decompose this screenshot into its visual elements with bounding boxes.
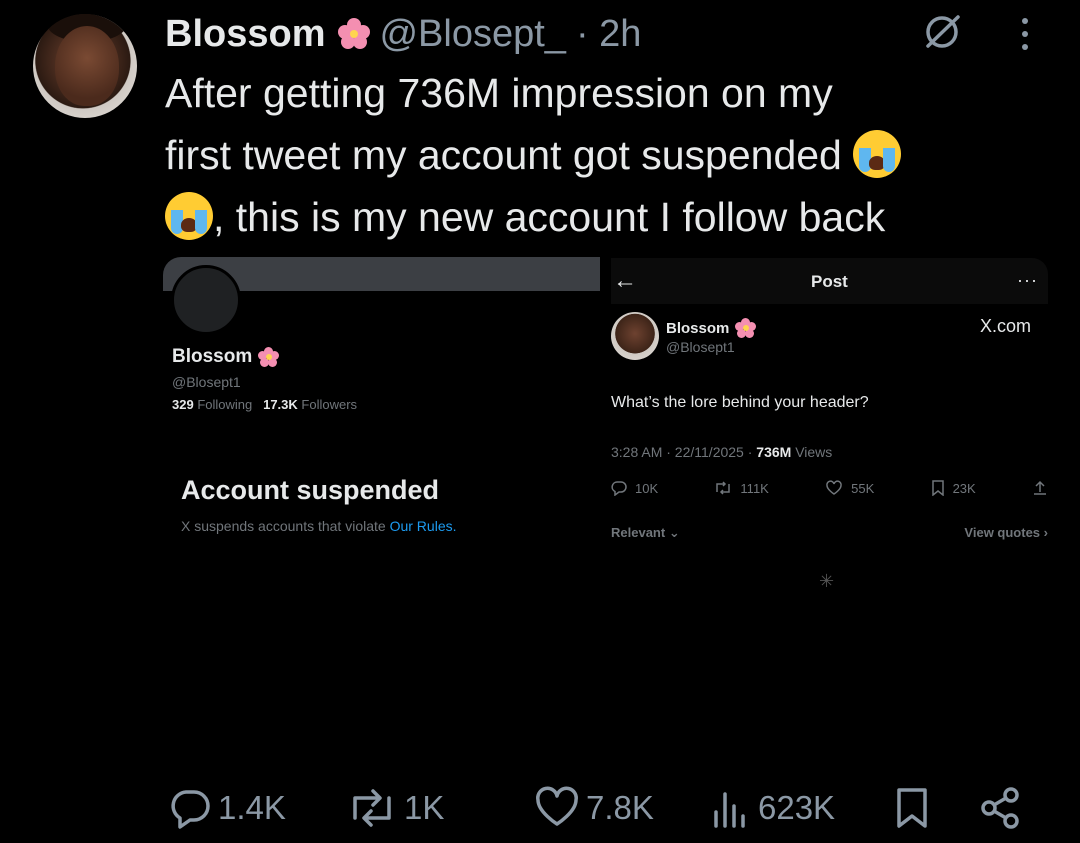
tweet-text-segment: first tweet my account got suspended — [165, 132, 854, 178]
author-handle[interactable]: @Blosept_ — [379, 13, 565, 56]
reply-icon — [611, 481, 627, 496]
tweet-time[interactable]: · 2h — [576, 13, 641, 56]
cherry-blossom-icon — [258, 346, 280, 368]
cherry-blossom-icon — [735, 317, 757, 339]
views-count: 623K — [758, 789, 836, 826]
profile-stats: 329 Following 17.3K Followers — [172, 397, 357, 412]
post-views-label: Views — [791, 444, 833, 460]
post-author-handle: @Blosept1 — [666, 339, 735, 355]
x-com-watermark: X.com — [980, 316, 1032, 336]
bookmark-button[interactable] — [892, 783, 932, 833]
share-button[interactable] — [978, 783, 1022, 833]
followers-label: Followers — [301, 397, 358, 412]
post-bookmark-count: 23K — [952, 480, 976, 496]
back-arrow-icon: ← — [613, 267, 637, 294]
heart-icon — [536, 786, 578, 826]
profile-name: Blossom — [172, 346, 280, 368]
post-author-name: Blossom — [666, 317, 757, 339]
reply-count: 1.4K — [218, 789, 286, 826]
post-reply-count: 10K — [635, 480, 659, 496]
tweet-text-segment: , this is my new account I follow back — [213, 194, 886, 240]
post-text: What’s the lore behind your header? — [611, 394, 869, 411]
profile-avatar-placeholder — [171, 265, 241, 335]
view-quotes-label: View quotes — [964, 525, 1041, 540]
profile-handle: @Blosept1 — [172, 374, 241, 390]
reply-button[interactable]: 1.4K — [168, 783, 286, 833]
followers-count: 17.3K — [263, 397, 298, 412]
more-options-icon[interactable] — [1015, 14, 1035, 54]
loading-spinner-icon: ✳ — [819, 571, 835, 591]
post-timestamp: 3:28 AM · 22/11/2025 · — [611, 444, 757, 460]
post-reply-stat: 10K — [611, 480, 658, 496]
tweet-action-bar: 1.4K 1K 7.8K 623K — [168, 783, 1038, 833]
post-views-count: 736M — [756, 444, 792, 460]
post-repost-count: 111K — [740, 480, 769, 496]
reply-icon — [171, 790, 210, 829]
post-like-count: 55K — [851, 480, 875, 496]
avatar-face — [55, 26, 119, 106]
heart-icon — [826, 480, 842, 495]
author-avatar[interactable] — [33, 14, 137, 118]
suspended-explanation: X suspends accounts that violate — [181, 518, 390, 534]
loudly-crying-face-icon — [853, 130, 902, 178]
like-button[interactable]: 7.8K — [534, 783, 654, 833]
profile-name-text: Blossom — [172, 346, 253, 367]
like-count: 7.8K — [586, 789, 654, 826]
following-count: 329 — [172, 397, 194, 412]
attached-image-viral-post[interactable]: ← Post ··· Blossom @Blosept1 X.com What’… — [611, 258, 1048, 598]
relevant-label: Relevant — [611, 525, 666, 540]
share-icon — [1033, 480, 1046, 495]
repost-count: 1K — [404, 789, 445, 826]
post-meta: 3:28 AM · 22/11/2025 · 736M Views — [611, 444, 832, 460]
tweet-header: Blossom @Blosept_ · 2h — [165, 12, 641, 56]
account-suspended-title: Account suspended — [181, 475, 440, 505]
cherry-blossom-icon — [337, 17, 371, 51]
post-title: Post — [811, 272, 848, 291]
views-button[interactable]: 623K — [710, 783, 835, 833]
tweet-text: After getting 736M impression on my firs… — [165, 62, 1065, 248]
bookmark-icon — [897, 788, 927, 828]
rules-link: Our Rules. — [389, 518, 457, 534]
more-options-icon: ··· — [1017, 270, 1038, 290]
relevant-filter: Relevant ⌄ — [611, 525, 680, 540]
account-suspended-text: X suspends accounts that violate Our Rul… — [181, 518, 457, 534]
views-icon — [714, 792, 745, 828]
tweet-text-line: , this is my new account I follow back — [165, 186, 1065, 248]
post-repost-stat: 111K — [714, 480, 769, 496]
post-author-avatar — [611, 312, 659, 360]
loudly-crying-face-icon — [165, 192, 213, 240]
post-actions: 10K 111K 55K 23K — [611, 480, 1048, 496]
post-author-name-text: Blossom — [666, 319, 730, 337]
grok-icon[interactable] — [922, 12, 962, 52]
tweet-text-line: After getting 736M impression on my — [165, 70, 833, 116]
share-icon — [981, 787, 1019, 829]
view-quotes: View quotes › — [964, 525, 1048, 540]
post-like-stat: 55K — [825, 480, 874, 496]
bookmark-icon — [931, 480, 944, 496]
author-name[interactable]: Blossom — [165, 13, 325, 56]
following-label: Following — [197, 397, 253, 412]
repost-icon — [716, 481, 731, 495]
post-bookmark-stat: 23K — [931, 480, 976, 496]
repost-icon — [353, 789, 391, 827]
repost-button[interactable]: 1K — [346, 783, 444, 833]
attached-image-suspended-profile[interactable]: Blossom @Blosept1 329 Following 17.3K Fo… — [163, 257, 600, 577]
tweet-text-line: first tweet my account got suspended — [165, 124, 1065, 186]
